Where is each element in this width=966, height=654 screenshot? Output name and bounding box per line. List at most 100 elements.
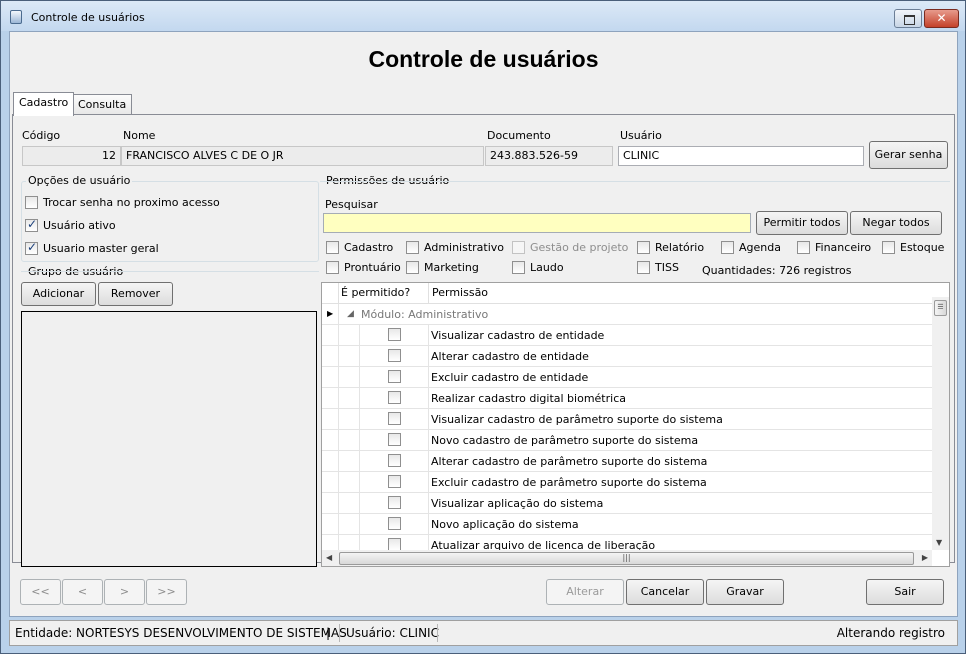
user-group-list[interactable] xyxy=(21,311,317,567)
checkbox-box[interactable] xyxy=(25,217,38,232)
table-row[interactable]: Excluir cadastro de parâmetro suporte do… xyxy=(322,472,932,493)
trocar-senha-checkbox[interactable]: Trocar senha no proximo acesso xyxy=(25,196,220,209)
table-row[interactable]: Alterar cadastro de entidade xyxy=(322,346,932,367)
status-entidade: Entidade: NORTESYS DESENVOLVIMENTO DE SI… xyxy=(15,626,347,640)
first-record-button[interactable]: << xyxy=(20,579,61,605)
remover-button[interactable]: Remover xyxy=(98,282,173,306)
alterar-button[interactable]: Alterar xyxy=(546,579,624,605)
table-row[interactable]: Realizar cadastro digital biométrica xyxy=(322,388,932,409)
previous-record-button[interactable]: < xyxy=(62,579,103,605)
permitido-checkbox[interactable] xyxy=(388,370,401,383)
module-administrativo-checkbox[interactable]: Administrativo xyxy=(406,241,504,254)
scroll-right-arrow-icon[interactable]: ▶ xyxy=(922,553,928,562)
module-agenda-checkbox[interactable]: Agenda xyxy=(721,241,781,254)
checkbox-label: Laudo xyxy=(530,261,564,274)
scroll-thumb[interactable]: ☰ xyxy=(934,300,947,316)
table-row[interactable]: Visualizar cadastro de entidade xyxy=(322,325,932,346)
grid-group-row[interactable]: ▶ ◢ Módulo: Administrativo xyxy=(322,304,932,325)
table-row[interactable]: Visualizar aplicação do sistema xyxy=(322,493,932,514)
module-cadastro-checkbox[interactable]: Cadastro xyxy=(326,241,393,254)
client-area: Controle de usuários Cadastro Consulta C… xyxy=(9,31,958,617)
permitido-cell xyxy=(359,346,429,367)
module-prontuario-checkbox[interactable]: Prontuário xyxy=(326,261,401,274)
permitido-checkbox[interactable] xyxy=(388,412,401,425)
table-row[interactable]: Excluir cadastro de entidade xyxy=(322,367,932,388)
permitido-checkbox[interactable] xyxy=(388,496,401,509)
scroll-left-arrow-icon[interactable]: ◀ xyxy=(326,553,332,562)
permitido-checkbox[interactable] xyxy=(388,454,401,467)
permitido-checkbox[interactable] xyxy=(388,391,401,404)
permitir-todos-button[interactable]: Permitir todos xyxy=(756,211,848,235)
module-laudo-checkbox[interactable]: Laudo xyxy=(512,261,564,274)
table-row[interactable]: Atualizar arquivo de licenca de liberaçã… xyxy=(322,535,932,550)
next-record-button[interactable]: > xyxy=(104,579,145,605)
permitido-checkbox[interactable] xyxy=(388,433,401,446)
checkbox-box[interactable] xyxy=(882,241,895,254)
cancelar-button[interactable]: Cancelar xyxy=(626,579,704,605)
permitido-checkbox[interactable] xyxy=(388,538,401,550)
scroll-thumb[interactable]: ||| xyxy=(339,552,914,565)
adicionar-button[interactable]: Adicionar xyxy=(21,282,96,306)
checkbox-box[interactable] xyxy=(326,261,339,274)
negar-todos-button[interactable]: Negar todos xyxy=(850,211,942,235)
table-row[interactable]: Visualizar cadastro de parâmetro suporte… xyxy=(322,409,932,430)
gerar-senha-button[interactable]: Gerar senha xyxy=(869,141,948,169)
module-financeiro-checkbox[interactable]: Financeiro xyxy=(797,241,871,254)
row-indicator xyxy=(322,430,339,451)
checkbox-box[interactable] xyxy=(25,196,38,209)
tab-panel-cadastro: Código 12 Nome FRANCISCO ALVES C DE O JR… xyxy=(12,114,955,567)
sair-button[interactable]: Sair xyxy=(866,579,944,605)
permitido-checkbox[interactable] xyxy=(388,328,401,341)
quantidades-label: Quantidades: 726 registros xyxy=(702,264,852,277)
table-row[interactable]: Alterar cadastro de parâmetro suporte do… xyxy=(322,451,932,472)
checkbox-label: Prontuário xyxy=(344,261,401,274)
module-estoque-checkbox[interactable]: Estoque xyxy=(882,241,944,254)
module-tiss-checkbox[interactable]: TISS xyxy=(637,261,679,274)
gravar-button[interactable]: Gravar xyxy=(706,579,784,605)
checkbox-box[interactable] xyxy=(797,241,810,254)
pesquisar-input[interactable] xyxy=(323,213,751,233)
checkbox-box[interactable] xyxy=(406,241,419,254)
permitido-checkbox[interactable] xyxy=(388,349,401,362)
tab-cadastro[interactable]: Cadastro xyxy=(13,92,75,116)
checkbox-box[interactable] xyxy=(326,241,339,254)
checkbox-box[interactable] xyxy=(512,261,525,274)
module-marketing-checkbox[interactable]: Marketing xyxy=(406,261,479,274)
permitido-checkbox[interactable] xyxy=(388,475,401,488)
checkbox-box[interactable] xyxy=(406,261,419,274)
grid-vertical-scrollbar[interactable]: ☰ ▼ xyxy=(932,297,949,550)
checkbox-box[interactable] xyxy=(721,241,734,254)
title-bar[interactable]: Controle de usuários ✕ xyxy=(1,1,965,31)
grid-header-permitido[interactable]: É permitido? xyxy=(339,283,429,303)
row-indicator xyxy=(322,388,339,409)
checkbox-box[interactable] xyxy=(25,240,38,255)
user-group-line xyxy=(21,271,319,272)
scroll-down-arrow-icon[interactable]: ▼ xyxy=(936,538,942,547)
checkbox-box[interactable] xyxy=(637,261,650,274)
usuario-ativo-checkbox[interactable]: Usuário ativo xyxy=(25,217,116,232)
usuario-master-checkbox[interactable]: Usuario master geral xyxy=(25,240,159,255)
permissions-grid[interactable]: É permitido? Permissão ▶ ◢ Módulo: Admin… xyxy=(321,282,950,567)
row-indicator xyxy=(322,514,339,535)
codigo-field[interactable]: 12 xyxy=(22,146,121,166)
restore-button[interactable] xyxy=(894,9,922,28)
last-record-button[interactable]: >> xyxy=(146,579,187,605)
nome-field[interactable]: FRANCISCO ALVES C DE O JR xyxy=(121,146,484,166)
checkbox-box[interactable] xyxy=(637,241,650,254)
grid-header-permissao[interactable]: Permissão xyxy=(429,283,932,303)
module-relatorio-checkbox[interactable]: Relatório xyxy=(637,241,704,254)
close-button[interactable]: ✕ xyxy=(924,9,959,28)
checkbox-label: Relatório xyxy=(655,241,705,254)
status-state: Alterando registro xyxy=(836,626,945,640)
permitido-checkbox[interactable] xyxy=(388,517,401,530)
permissao-cell: Novo aplicação do sistema xyxy=(431,518,579,531)
tab-consulta[interactable]: Consulta xyxy=(72,94,133,116)
window-title: Controle de usuários xyxy=(31,11,145,24)
usuario-field[interactable]: CLINIC xyxy=(618,146,864,166)
documento-field[interactable]: 243.883.526-59 xyxy=(485,146,613,166)
checkbox-label: Administrativo xyxy=(424,241,505,254)
collapse-triangle-icon[interactable]: ◢ xyxy=(347,309,354,319)
table-row[interactable]: Novo aplicação do sistema xyxy=(322,514,932,535)
grid-horizontal-scrollbar[interactable]: ◀ ||| ▶ xyxy=(322,550,932,566)
table-row[interactable]: Novo cadastro de parâmetro suporte do si… xyxy=(322,430,932,451)
